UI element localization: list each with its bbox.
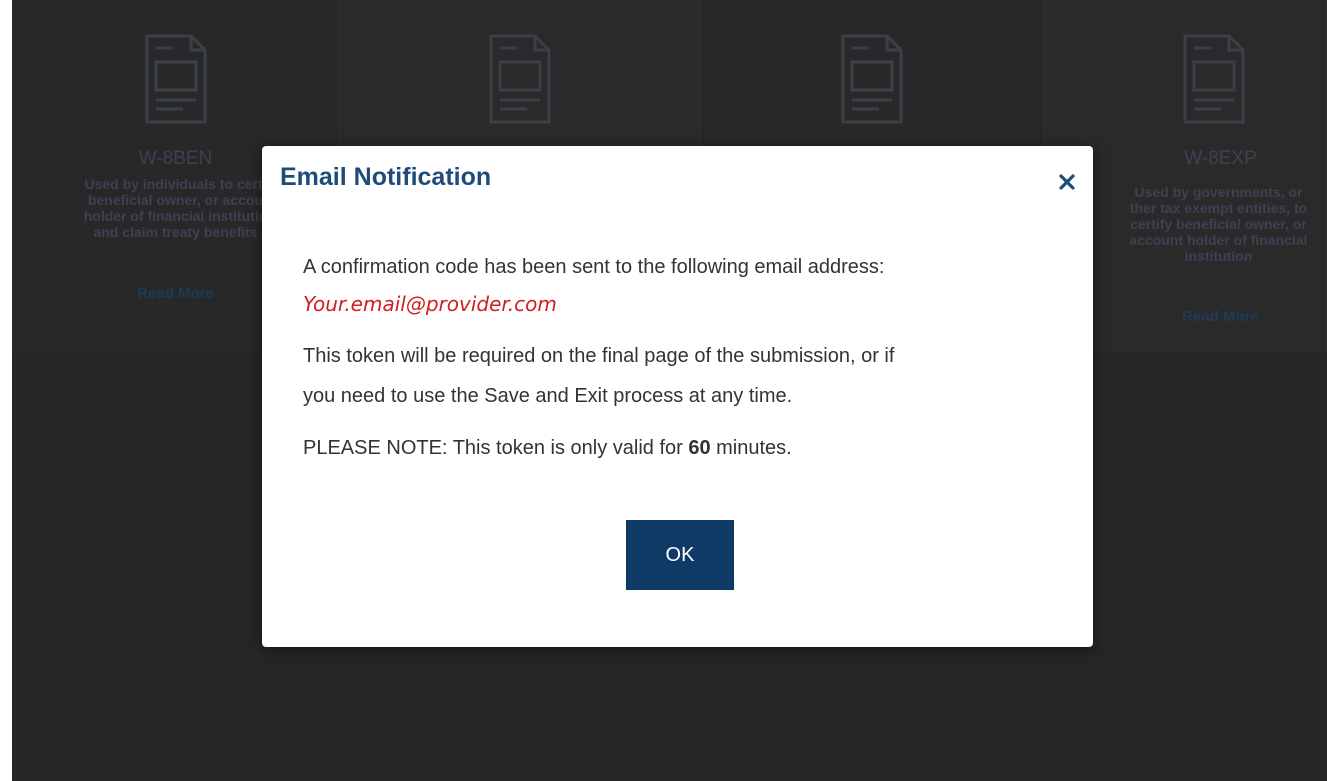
email-notification-dialog: Email Notification A confirmation code h… [262, 146, 1093, 647]
dialog-title: Email Notification [280, 163, 492, 191]
form-description-line: account holder of financial [1129, 232, 1308, 248]
token-info-line: you need to use the Save and Exit proces… [303, 385, 793, 407]
form-description-line: Used by governments, or [1134, 184, 1303, 200]
form-name: W-8EXP [1184, 148, 1257, 169]
email-address: Your.email@provider.com [303, 292, 557, 316]
token-info-text: This token will be required on the final… [303, 336, 1063, 416]
document-icon [145, 34, 206, 124]
validity-note-prefix: PLEASE NOTE: This token is only valid fo… [303, 437, 689, 459]
confirmation-intro-text: A confirmation code has been sent to the… [303, 256, 885, 278]
form-description: Used by governments, or ther tax exempt … [1115, 184, 1322, 264]
document-icon [489, 34, 550, 124]
document-icon [1183, 34, 1244, 124]
form-description-line: ther tax exempt entities, to [1129, 200, 1308, 216]
validity-note-suffix: minutes. [710, 437, 792, 459]
dialog-body: A confirmation code has been sent to the… [303, 251, 1063, 465]
token-info-line: This token will be required on the final… [303, 345, 895, 367]
validity-minutes: 60 [688, 437, 711, 459]
ok-button[interactable]: OK [626, 520, 734, 590]
form-description-line: institution [1184, 248, 1253, 264]
form-description-line: certify beneficial owner, or [1130, 216, 1307, 232]
close-icon[interactable] [1057, 172, 1077, 192]
read-more-link[interactable]: Read More [1115, 308, 1326, 325]
document-icon [841, 34, 903, 124]
validity-note: PLEASE NOTE: This token is only valid fo… [303, 432, 1063, 465]
